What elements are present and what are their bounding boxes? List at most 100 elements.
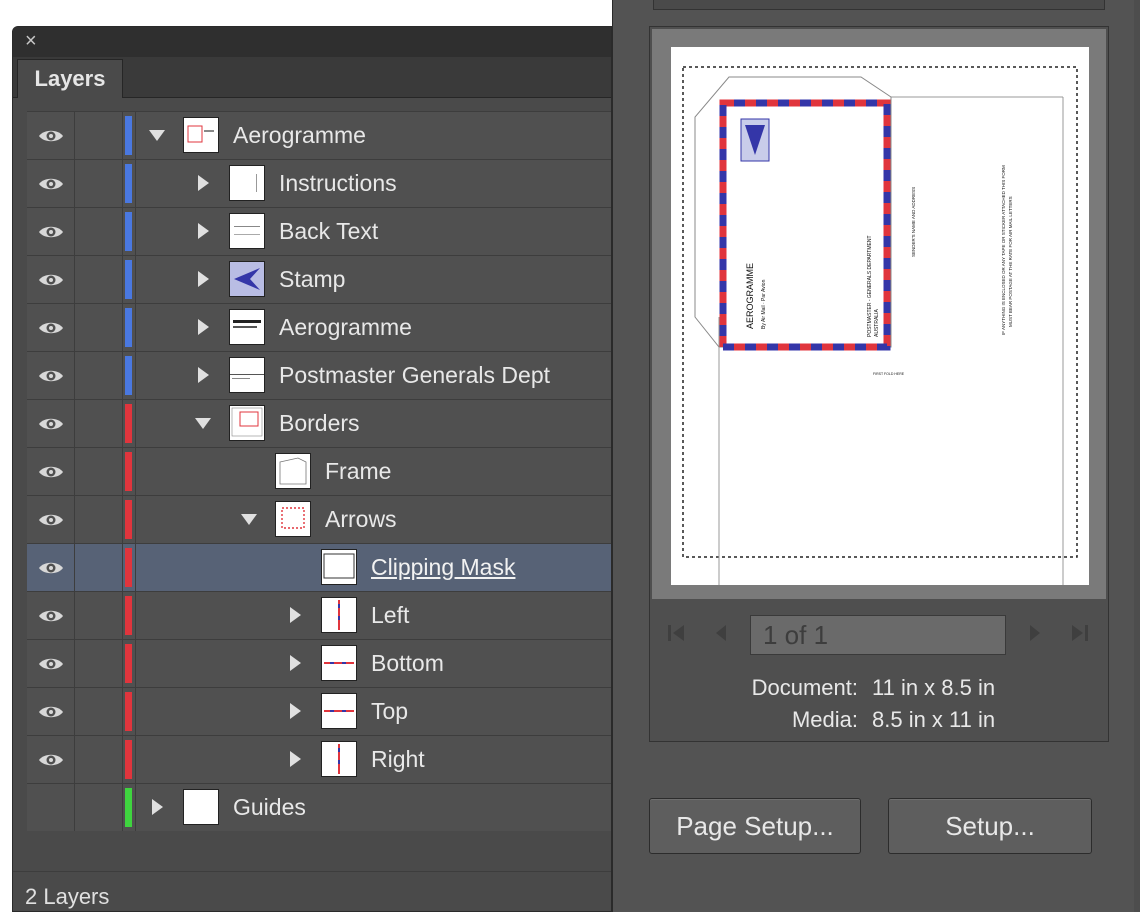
- layer-name[interactable]: Clipping Mask: [371, 544, 515, 591]
- visibility-toggle[interactable]: [27, 592, 75, 639]
- visibility-toggle[interactable]: [27, 160, 75, 207]
- layer-name[interactable]: Aerogramme: [233, 112, 366, 159]
- visibility-toggle[interactable]: [27, 688, 75, 735]
- disclosure-triangle-down-icon[interactable]: [147, 125, 167, 145]
- disclosure-triangle-right-icon[interactable]: [193, 173, 213, 193]
- disclosure-triangle-right-icon[interactable]: [285, 701, 305, 721]
- close-icon[interactable]: ×: [25, 31, 37, 51]
- bottom-thumb[interactable]: [321, 645, 357, 681]
- layer-name[interactable]: Frame: [325, 448, 391, 495]
- lock-toggle[interactable]: [75, 688, 123, 735]
- layer-row[interactable]: Arrows: [27, 495, 611, 543]
- disclosure-triangle-down-icon[interactable]: [193, 413, 213, 433]
- layer-row[interactable]: Postmaster Generals Dept: [27, 351, 611, 399]
- lock-toggle[interactable]: [75, 400, 123, 447]
- disclosure-triangle-right-icon[interactable]: [193, 317, 213, 337]
- layer-name[interactable]: Aerogramme: [279, 304, 412, 351]
- disclosure-triangle-right-icon[interactable]: [147, 797, 167, 817]
- layer-row[interactable]: Stamp: [27, 255, 611, 303]
- tab-layers[interactable]: Layers: [17, 59, 123, 98]
- right-thumb[interactable]: [321, 741, 357, 777]
- layer-row[interactable]: Aerogramme: [27, 111, 611, 159]
- layer-row[interactable]: Left: [27, 591, 611, 639]
- layer-name[interactable]: Instructions: [279, 160, 397, 207]
- next-page-icon[interactable]: [1028, 623, 1044, 643]
- aerogramme-thumb[interactable]: [183, 117, 219, 153]
- visibility-toggle[interactable]: [27, 256, 75, 303]
- lock-toggle[interactable]: [75, 304, 123, 351]
- lock-toggle[interactable]: [75, 736, 123, 783]
- column-divider: [135, 592, 136, 639]
- layer-row[interactable]: Guides: [27, 783, 611, 831]
- clipping-thumb[interactable]: [321, 549, 357, 585]
- setup-button[interactable]: Setup...: [888, 798, 1092, 854]
- disclosure-triangle-right-icon[interactable]: [285, 605, 305, 625]
- last-page-icon[interactable]: [1070, 623, 1092, 643]
- layer-row[interactable]: Right: [27, 735, 611, 783]
- lock-toggle[interactable]: [75, 592, 123, 639]
- layer-name[interactable]: Right: [371, 736, 425, 783]
- layer-name[interactable]: Left: [371, 592, 409, 639]
- back-text-thumb[interactable]: [229, 213, 265, 249]
- visibility-toggle[interactable]: [27, 400, 75, 447]
- layer-row[interactable]: Borders: [27, 399, 611, 447]
- layer-row[interactable]: Aerogramme: [27, 303, 611, 351]
- arrows-thumb[interactable]: [275, 501, 311, 537]
- blank-thumb[interactable]: [183, 789, 219, 825]
- page-setup-button[interactable]: Page Setup...: [649, 798, 861, 854]
- layer-row[interactable]: Bottom: [27, 639, 611, 687]
- frame-thumb[interactable]: [275, 453, 311, 489]
- layer-name[interactable]: Back Text: [279, 208, 378, 255]
- layer-name[interactable]: Guides: [233, 784, 306, 831]
- visibility-toggle[interactable]: [27, 544, 75, 591]
- top-thumb[interactable]: [321, 693, 357, 729]
- layer-row[interactable]: Clipping Mask: [27, 543, 611, 591]
- disclosure-triangle-right-icon[interactable]: [285, 749, 305, 769]
- postmaster-thumb[interactable]: [229, 357, 265, 393]
- lock-toggle[interactable]: [75, 496, 123, 543]
- disclosure-triangle-right-icon[interactable]: [193, 221, 213, 241]
- aerogramme-text-thumb[interactable]: [229, 309, 265, 345]
- layer-name[interactable]: Postmaster Generals Dept: [279, 352, 550, 399]
- visibility-toggle[interactable]: [27, 208, 75, 255]
- stamp-thumb[interactable]: [229, 261, 265, 297]
- borders-thumb[interactable]: [229, 405, 265, 441]
- visibility-toggle[interactable]: [27, 736, 75, 783]
- lock-toggle[interactable]: [75, 256, 123, 303]
- visibility-toggle[interactable]: [27, 640, 75, 687]
- layer-row[interactable]: Frame: [27, 447, 611, 495]
- layer-name[interactable]: Borders: [279, 400, 360, 447]
- layer-row[interactable]: Back Text: [27, 207, 611, 255]
- page-number-field[interactable]: 1 of 1: [750, 615, 1006, 655]
- layer-name[interactable]: Arrows: [325, 496, 397, 543]
- disclosure-triangle-right-icon[interactable]: [193, 365, 213, 385]
- layer-row[interactable]: Instructions: [27, 159, 611, 207]
- disclosure-triangle-right-icon[interactable]: [285, 653, 305, 673]
- lock-toggle[interactable]: [75, 352, 123, 399]
- layer-name[interactable]: Top: [371, 688, 408, 735]
- lock-toggle[interactable]: [75, 160, 123, 207]
- left-thumb[interactable]: [321, 597, 357, 633]
- disclosure-triangle-right-icon[interactable]: [193, 269, 213, 289]
- visibility-toggle[interactable]: [27, 496, 75, 543]
- visibility-toggle[interactable]: [27, 352, 75, 399]
- lock-toggle[interactable]: [75, 112, 123, 159]
- visibility-toggle[interactable]: [27, 112, 75, 159]
- instructions-thumb[interactable]: [229, 165, 265, 201]
- first-page-icon[interactable]: [666, 623, 688, 643]
- lock-toggle[interactable]: [75, 784, 123, 831]
- aerogramme-preview: AEROGRAMME By Air Mail · Par Avion POSTM…: [682, 66, 1078, 585]
- layer-row[interactable]: Top: [27, 687, 611, 735]
- lock-toggle[interactable]: [75, 208, 123, 255]
- disclosure-triangle-down-icon[interactable]: [239, 509, 259, 529]
- visibility-toggle[interactable]: [27, 784, 75, 831]
- layer-name[interactable]: Bottom: [371, 640, 444, 687]
- previous-page-icon[interactable]: [714, 623, 730, 643]
- visibility-toggle[interactable]: [27, 448, 75, 495]
- visibility-toggle[interactable]: [27, 304, 75, 351]
- lock-toggle[interactable]: [75, 448, 123, 495]
- column-divider: [135, 304, 136, 351]
- lock-toggle[interactable]: [75, 640, 123, 687]
- lock-toggle[interactable]: [75, 544, 123, 591]
- layer-name[interactable]: Stamp: [279, 256, 345, 303]
